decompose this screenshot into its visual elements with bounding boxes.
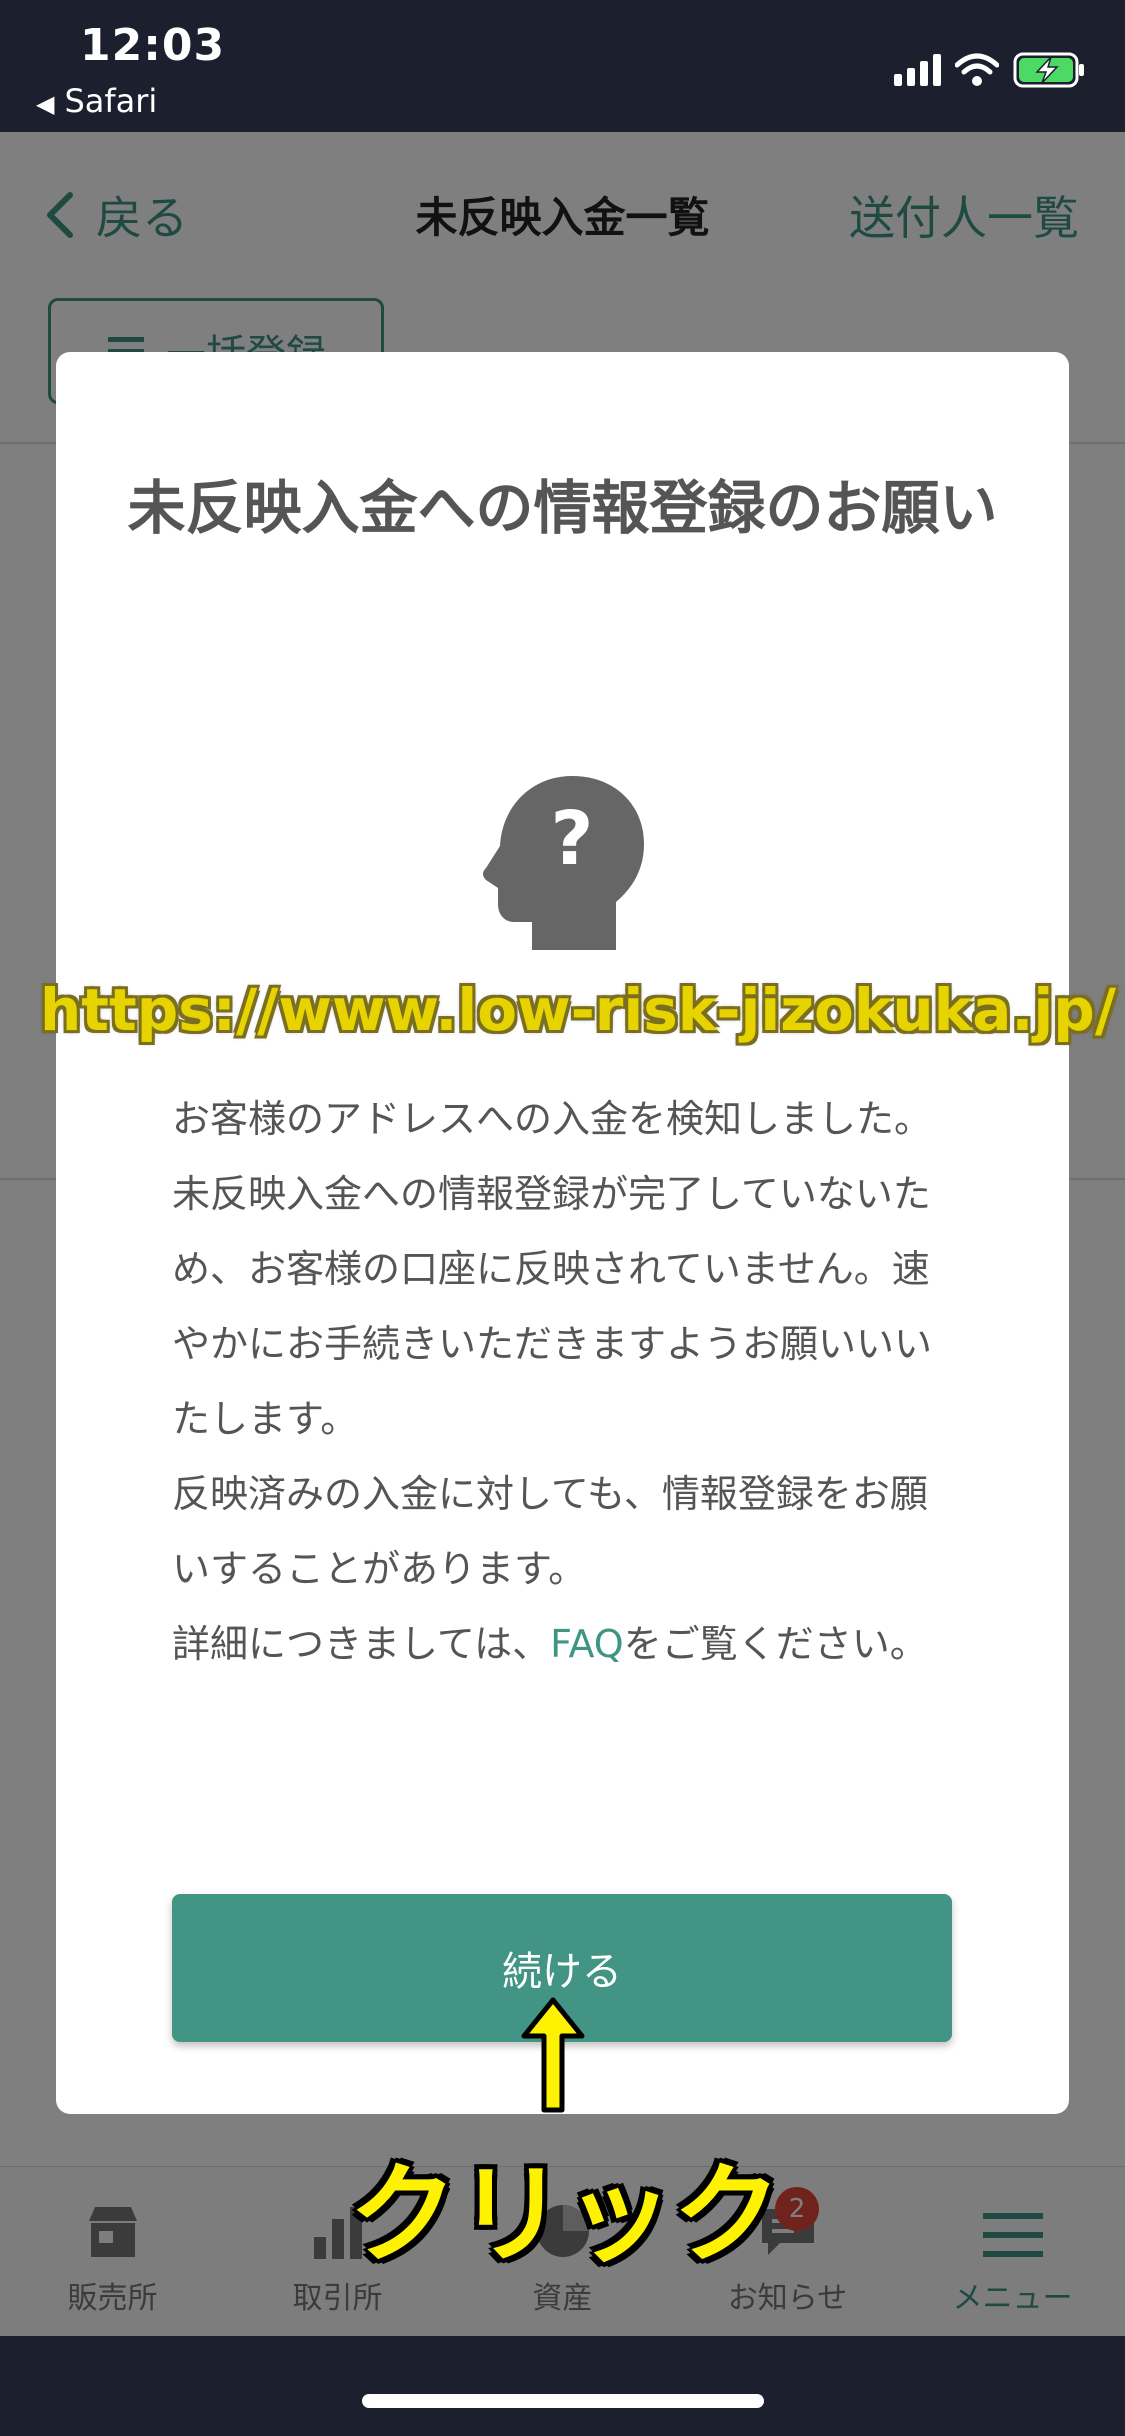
- status-icons: [894, 48, 1085, 92]
- home-indicator-area: [0, 2336, 1125, 2436]
- wifi-icon: [955, 53, 999, 86]
- faq-prefix: 詳細につきましては、: [172, 1622, 551, 1666]
- back-to-safari[interactable]: ◀ Safari: [36, 82, 157, 120]
- back-triangle-icon: ◀: [36, 90, 55, 118]
- registration-request-modal: 未反映入金への情報登録のお願い ? お客様のアドレスへの入金を検知しました。 未…: [56, 352, 1069, 2114]
- body-paragraph: 未反映入金への情報登録が完了していないため、お客様の口座に反映されていません。速…: [172, 1172, 933, 1441]
- faq-link[interactable]: FAQ: [550, 1622, 624, 1666]
- click-annotation: クリック: [348, 2153, 781, 2278]
- back-app-label: Safari: [64, 82, 158, 120]
- svg-text:?: ?: [551, 796, 594, 882]
- head-question-icon: ?: [483, 776, 644, 950]
- modal-body: お客様のアドレスへの入金を検知しました。 未反映入金への情報登録が完了していない…: [172, 1082, 962, 1682]
- up-arrow-icon: [521, 1997, 585, 2113]
- status-bar: 12:03 ◀ Safari: [0, 0, 1125, 132]
- battery-charging-icon: [1013, 52, 1084, 88]
- body-paragraph: 反映済みの入金に対しても、情報登録をお願いすることがあります。: [172, 1472, 928, 1591]
- watermark-url: https://www.low-risk-jizokuka.jp/: [40, 976, 1117, 1044]
- app-root: 12:03 ◀ Safari 未反映入金への情報登録のお願い ? お客様のアドレ…: [0, 0, 1125, 2436]
- faq-suffix: をご覧ください。: [623, 1622, 928, 1666]
- cellular-signal-icon: [894, 54, 941, 86]
- status-time: 12:03: [80, 20, 226, 71]
- modal-title: 未反映入金への情報登録のお願い: [127, 474, 998, 542]
- body-paragraph: お客様のアドレスへの入金を検知しました。: [172, 1097, 933, 1141]
- faq-paragraph: 詳細につきましては、FAQをご覧ください。: [172, 1607, 962, 1682]
- home-indicator[interactable]: [362, 2394, 764, 2408]
